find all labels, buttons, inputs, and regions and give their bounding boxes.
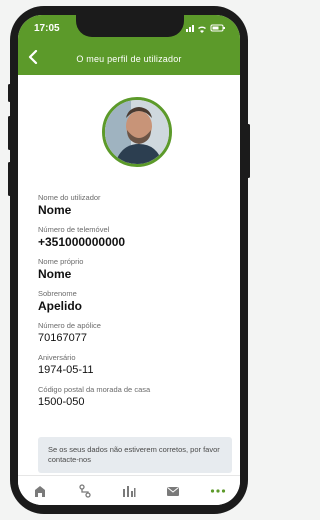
contact-notice: Se os seus dados não estiverem corretos,… bbox=[38, 437, 232, 473]
profile-fields: Nome do utilizador Nome Número de telemó… bbox=[38, 193, 228, 417]
tab-home[interactable] bbox=[28, 481, 52, 501]
status-time: 17:05 bbox=[34, 23, 60, 34]
tab-more[interactable] bbox=[206, 481, 230, 501]
page-title: O meu perfil de utilizador bbox=[76, 54, 182, 64]
field-label: Código postal da morada de casa bbox=[38, 385, 151, 394]
notch bbox=[76, 15, 184, 37]
power-button bbox=[247, 124, 250, 178]
side-button bbox=[8, 84, 11, 102]
volume-up-button bbox=[8, 116, 11, 150]
home-indicator bbox=[70, 505, 170, 508]
field-label: Aniversário bbox=[38, 353, 76, 362]
field-label: Nome próprio bbox=[38, 257, 84, 266]
tab-messages[interactable] bbox=[161, 481, 185, 501]
tab-trips[interactable] bbox=[73, 481, 97, 501]
status-icons bbox=[186, 23, 226, 35]
mail-icon bbox=[167, 487, 180, 496]
app-screen: 17:05 O meu perfil de utilizador Nome do… bbox=[18, 15, 240, 505]
field-value: Apelido bbox=[38, 299, 82, 313]
field-label: Nome do utilizador bbox=[38, 193, 101, 202]
tab-stats[interactable] bbox=[117, 481, 141, 501]
field-birthday: Aniversário 1974-05-11 bbox=[38, 353, 228, 377]
profile-photo-icon bbox=[105, 100, 169, 164]
app-header: 17:05 O meu perfil de utilizador bbox=[18, 15, 240, 75]
home-icon bbox=[35, 486, 46, 497]
field-value: Nome bbox=[38, 203, 72, 217]
field-value: 1974-05-11 bbox=[38, 364, 94, 376]
field-policy-number: Número de apólice 70167077 bbox=[38, 321, 228, 345]
field-label: Número de telemóvel bbox=[38, 225, 110, 234]
avatar[interactable] bbox=[102, 97, 172, 167]
field-value: 1500-050 bbox=[38, 396, 85, 408]
field-label: Sobrenome bbox=[38, 289, 77, 298]
field-first-name: Nome próprio Nome bbox=[38, 257, 228, 281]
stats-icon bbox=[122, 486, 136, 497]
field-surname: Sobrenome Apelido bbox=[38, 289, 228, 313]
notice-text: Se os seus dados não estiverem corretos,… bbox=[48, 445, 220, 464]
bottom-tab-bar bbox=[18, 475, 240, 505]
volume-down-button bbox=[8, 162, 11, 196]
field-postal-code: Código postal da morada de casa 1500-050 bbox=[38, 385, 228, 409]
field-value: +351000000000 bbox=[38, 235, 126, 249]
more-icon bbox=[210, 489, 225, 493]
field-value: 70167077 bbox=[38, 332, 87, 344]
field-phone: Número de telemóvel +351000000000 bbox=[38, 225, 228, 249]
field-value: Nome bbox=[38, 267, 72, 281]
field-label: Número de apólice bbox=[38, 321, 101, 330]
route-icon bbox=[78, 484, 91, 498]
field-username: Nome do utilizador Nome bbox=[38, 193, 228, 217]
